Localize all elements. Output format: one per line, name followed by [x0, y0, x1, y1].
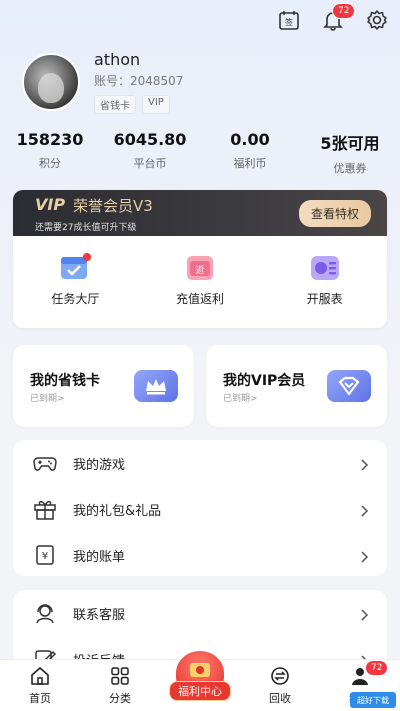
username: athon: [94, 50, 141, 69]
quick-server-schedule[interactable]: 开服表: [270, 252, 380, 307]
tab-label: 回收: [269, 691, 291, 705]
card-title: 我的省钱卡: [30, 373, 100, 389]
settings-gear-icon[interactable]: [364, 7, 390, 33]
tab-category[interactable]: 分类: [85, 666, 155, 706]
diamond-icon: [327, 370, 371, 402]
tab-welfare-center[interactable]: 福利中心: [169, 651, 231, 703]
recharge-rebate-icon: 返: [182, 252, 218, 282]
card-status: 已到期>: [30, 394, 65, 404]
tab-label: 首页: [29, 691, 51, 705]
chevron-right-icon: [361, 548, 369, 567]
tag-vip: VIP: [142, 95, 170, 114]
stat-label: 优惠券: [333, 162, 367, 175]
vip-banner[interactable]: VIP 荣誉会员V3 还需要27成长值可升下级 查看特权: [13, 190, 387, 236]
gamepad-icon: [33, 451, 57, 475]
tag-savings-card: 省钱卡: [94, 95, 136, 114]
menu-my-games[interactable]: 我的游戏: [13, 440, 387, 486]
profile-header[interactable]: athon 账号：2048507 省钱卡 VIP: [22, 50, 183, 114]
home-icon: [31, 666, 49, 685]
recycle-icon: [271, 666, 289, 685]
vip-level-title: 荣誉会员V3: [73, 197, 153, 215]
menu-label: 我的礼包&礼品: [73, 503, 162, 519]
stat-points[interactable]: 158230 积分: [5, 130, 95, 176]
top-bar: 签 72: [276, 3, 390, 34]
vip-progress-text: 还需要27成长值可升下级: [35, 223, 137, 233]
stat-label: 平台币: [133, 157, 167, 170]
savings-card-entry[interactable]: 我的省钱卡 已到期>: [13, 345, 194, 427]
quick-label: 充值返利: [175, 292, 224, 306]
menu-label: 联系客服: [73, 607, 126, 623]
stat-value: 6045.80: [113, 130, 187, 149]
menu-customer-service[interactable]: 联系客服: [13, 590, 387, 636]
bill-icon: ¥: [33, 543, 57, 567]
category-icon: [111, 666, 129, 685]
tab-home[interactable]: 首页: [5, 666, 75, 706]
tab-label: 分类: [109, 691, 131, 705]
notification-bell-icon[interactable]: 72: [320, 3, 356, 33]
stat-platform-coins[interactable]: 6045.80 平台币: [105, 130, 195, 176]
watermark-logo: 超好下载: [350, 692, 396, 708]
account-id: 账号：2048507: [94, 74, 184, 88]
stat-value: 0.00: [230, 130, 270, 149]
stats-row: 158230 积分 6045.80 平台币 0.00 福利币 5张可用 优惠券: [0, 130, 400, 176]
stat-value: 5张可用: [320, 134, 380, 153]
tab-recycle[interactable]: 回收: [245, 666, 315, 706]
quick-recharge-rebate[interactable]: 返 充值返利: [145, 252, 255, 307]
vip-card: VIP 荣誉会员V3 还需要27成长值可升下级 查看特权 任务大厅 返 充值返利…: [13, 190, 387, 328]
quick-task-hall[interactable]: 任务大厅: [20, 252, 130, 307]
customer-service-icon: [33, 601, 57, 625]
menu-my-gifts[interactable]: 我的礼包&礼品: [13, 486, 387, 532]
menu-list-primary: 我的游戏 我的礼包&礼品 ¥ 我的账单: [13, 440, 387, 576]
chevron-right-icon: [361, 456, 369, 475]
svg-text:返: 返: [195, 264, 204, 276]
quick-label: 开服表: [306, 292, 343, 306]
chevron-right-icon: [361, 606, 369, 625]
svg-text:¥: ¥: [42, 551, 48, 562]
quick-label: 任务大厅: [51, 292, 100, 306]
card-status: 已到期>: [223, 394, 258, 404]
stat-coupons[interactable]: 5张可用 优惠券: [305, 130, 395, 176]
card-title: 我的VIP会员: [223, 373, 306, 389]
task-hall-icon: [57, 252, 93, 282]
view-privileges-button[interactable]: 查看特权: [298, 200, 371, 227]
stat-value: 158230: [16, 130, 84, 149]
chevron-right-icon: [361, 502, 369, 521]
membership-cards: 我的省钱卡 已到期> 我的VIP会员 已到期>: [13, 345, 387, 427]
vip-member-entry[interactable]: 我的VIP会员 已到期>: [206, 345, 387, 427]
stat-label: 积分: [39, 157, 61, 170]
notification-badge: 72: [332, 3, 356, 19]
vip-logo: VIP: [35, 195, 66, 214]
server-schedule-icon: [307, 252, 343, 282]
tab-badge: 72: [365, 659, 389, 676]
menu-my-bills[interactable]: ¥ 我的账单: [13, 532, 387, 578]
crown-icon: [134, 370, 178, 402]
stat-welfare-coins[interactable]: 0.00 福利币: [205, 130, 295, 176]
svg-text:签: 签: [285, 17, 293, 27]
tab-label: 福利中心: [169, 681, 231, 701]
avatar[interactable]: [22, 53, 80, 111]
stat-label: 福利币: [233, 157, 267, 170]
menu-label: 我的账单: [73, 549, 126, 565]
menu-label: 我的游戏: [73, 457, 126, 473]
sign-in-icon[interactable]: 签: [276, 7, 302, 33]
gift-icon: [33, 497, 57, 521]
